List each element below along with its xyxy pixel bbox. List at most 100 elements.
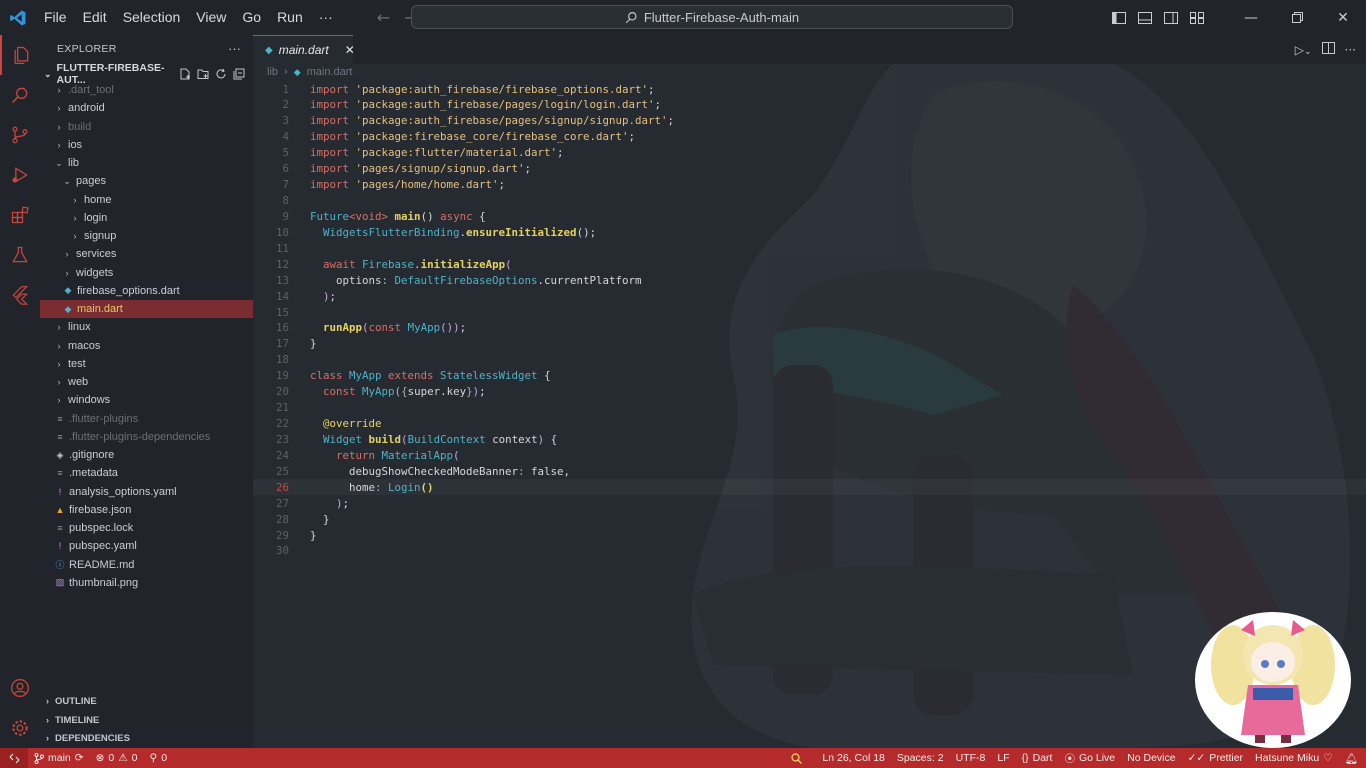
code-token: import bbox=[310, 98, 356, 112]
tree-item-windows[interactable]: › windows bbox=[40, 391, 253, 409]
command-center-search[interactable]: Flutter-Firebase-Auth-main bbox=[411, 5, 1013, 29]
explorer-files-icon[interactable] bbox=[0, 35, 40, 75]
more-actions-icon[interactable]: ··· bbox=[228, 41, 241, 56]
branch-indicator[interactable]: main ⟳ bbox=[28, 748, 90, 768]
menu-edit[interactable]: Edit bbox=[75, 0, 115, 35]
tree-item-readme-md[interactable]: ⓘ README.md bbox=[40, 556, 253, 574]
menu-view[interactable]: View bbox=[188, 0, 234, 35]
minimize-icon[interactable]: — bbox=[1228, 0, 1274, 35]
customize-layout-icon[interactable] bbox=[1184, 0, 1210, 35]
tree-item-android[interactable]: › android bbox=[40, 99, 253, 117]
tree-item-pages[interactable]: ⌄ pages bbox=[40, 172, 253, 190]
line-ending-label: LF bbox=[997, 752, 1010, 764]
tree-item-gitignore[interactable]: ◈ .gitignore bbox=[40, 446, 253, 464]
back-arrow-icon[interactable]: ← bbox=[377, 8, 390, 27]
tree-item-flutter-plugins[interactable]: ≡ .flutter-plugins bbox=[40, 410, 253, 428]
zoom-indicator[interactable] bbox=[785, 748, 816, 768]
code-line: 24 return MaterialApp( bbox=[253, 447, 1366, 463]
extensions-icon[interactable] bbox=[0, 195, 40, 235]
remote-indicator-icon[interactable] bbox=[0, 748, 28, 768]
tree-item-pubspec-yaml[interactable]: ! pubspec.yaml bbox=[40, 537, 253, 555]
menu-more[interactable]: ··· bbox=[311, 0, 341, 35]
settings-gear-icon[interactable] bbox=[0, 708, 40, 748]
menu-go[interactable]: Go bbox=[234, 0, 269, 35]
code-line: 25 debugShowCheckedModeBanner: false, bbox=[253, 463, 1366, 479]
more-editor-actions-icon[interactable]: ··· bbox=[1345, 43, 1356, 57]
tree-item-signup[interactable]: › signup bbox=[40, 227, 253, 245]
line-source: import 'package:auth_firebase/firebase_o… bbox=[310, 83, 655, 96]
tree-item-home[interactable]: › home bbox=[40, 191, 253, 209]
refresh-icon[interactable] bbox=[215, 68, 227, 80]
tree-item-ios[interactable]: › ios bbox=[40, 136, 253, 154]
toggle-secondary-sidebar-icon[interactable] bbox=[1158, 0, 1184, 35]
code-token: const bbox=[323, 385, 363, 399]
tree-item-widgets[interactable]: › widgets bbox=[40, 264, 253, 282]
account-icon[interactable] bbox=[0, 668, 40, 708]
tree-item-firebase-options-dart[interactable]: ◆ firebase_options.dart bbox=[40, 282, 253, 300]
new-folder-icon[interactable] bbox=[197, 68, 209, 80]
toggle-panel-icon[interactable] bbox=[1132, 0, 1158, 35]
breadcrumb-lib[interactable]: lib bbox=[267, 66, 278, 78]
encoding[interactable]: UTF-8 bbox=[950, 748, 992, 768]
tree-item-login[interactable]: › login bbox=[40, 209, 253, 227]
go-live-button[interactable]: ⦿ Go Live bbox=[1058, 748, 1121, 768]
close-window-icon[interactable]: ✕ bbox=[1320, 0, 1366, 35]
tree-item-web[interactable]: › web bbox=[40, 373, 253, 391]
menu-run[interactable]: Run bbox=[269, 0, 311, 35]
tree-item-metadata[interactable]: ≡ .metadata bbox=[40, 464, 253, 482]
problems-indicator[interactable]: ⊗ 0 ⚠ 0 bbox=[90, 748, 144, 768]
tree-item-flutter-plugins-dependencies[interactable]: ≡ .flutter-plugins-dependencies bbox=[40, 428, 253, 446]
error-count: 0 bbox=[108, 752, 115, 764]
line-source: } bbox=[310, 529, 317, 542]
notifications-bell[interactable]: 🔔︎ bbox=[1339, 748, 1366, 768]
testing-flask-icon[interactable] bbox=[0, 235, 40, 275]
code-token: await bbox=[323, 257, 363, 271]
language-mode[interactable]: {} Dart bbox=[1016, 748, 1059, 768]
line-source: @override bbox=[310, 417, 382, 430]
menu-file[interactable]: File bbox=[36, 0, 75, 35]
code-token: ; bbox=[628, 130, 636, 144]
code-token: ; bbox=[557, 146, 564, 160]
tree-item-thumbnail-png[interactable]: ▨ thumbnail.png bbox=[40, 574, 253, 592]
indentation[interactable]: Spaces: 2 bbox=[891, 748, 950, 768]
run-debug-icon[interactable] bbox=[0, 155, 40, 195]
close-tab-icon[interactable]: ✕ bbox=[345, 43, 355, 57]
menu-selection[interactable]: Selection bbox=[115, 0, 189, 35]
run-dart-icon[interactable]: ▷⌄ bbox=[1295, 43, 1312, 57]
new-file-icon[interactable] bbox=[179, 68, 191, 80]
prettier-indicator[interactable]: ✓✓ Prettier bbox=[1182, 748, 1249, 768]
restore-icon[interactable] bbox=[1274, 0, 1320, 35]
tree-item-lib[interactable]: ⌄ lib bbox=[40, 154, 253, 172]
split-editor-icon[interactable] bbox=[1321, 42, 1335, 57]
line-ending[interactable]: LF bbox=[991, 748, 1015, 768]
tree-item-test[interactable]: › test bbox=[40, 355, 253, 373]
tree-item-pubspec-lock[interactable]: ≡ pubspec.lock bbox=[40, 519, 253, 537]
breadcrumb-main-dart[interactable]: main.dart bbox=[307, 66, 353, 78]
flutter-icon[interactable] bbox=[0, 275, 40, 315]
tree-item-analysis-options-yaml[interactable]: ! analysis_options.yaml bbox=[40, 483, 253, 501]
collapse-all-icon[interactable] bbox=[233, 68, 245, 80]
ports-indicator[interactable]: ⚲ 0 bbox=[144, 748, 174, 768]
tree-item-macos[interactable]: › macos bbox=[40, 337, 253, 355]
cursor-position[interactable]: Ln 26, Col 18 bbox=[816, 748, 890, 768]
timeline-panel-header[interactable]: › TIMELINE bbox=[40, 711, 253, 729]
tree-item-services[interactable]: › services bbox=[40, 245, 253, 263]
tree-item-linux[interactable]: › linux bbox=[40, 318, 253, 336]
outline-panel-header[interactable]: › OUTLINE bbox=[40, 692, 253, 710]
source-control-icon[interactable] bbox=[0, 115, 40, 155]
tree-item-firebase-json[interactable]: ▲ firebase.json bbox=[40, 501, 253, 519]
tab-main-dart[interactable]: ◆ main.dart ✕ bbox=[253, 35, 355, 64]
device-selector[interactable]: No Device bbox=[1121, 748, 1181, 768]
search-activity-icon[interactable] bbox=[0, 75, 40, 115]
tree-item-dart-tool[interactable]: › .dart_tool bbox=[40, 81, 253, 99]
toggle-sidebar-icon[interactable] bbox=[1106, 0, 1132, 35]
theme-indicator[interactable]: Hatsune Miku ♡ bbox=[1249, 748, 1339, 768]
code-token: ensureInitialized bbox=[466, 225, 577, 239]
tree-item-main-dart[interactable]: ◆ main.dart bbox=[40, 300, 253, 318]
sync-icon[interactable]: ⟳ bbox=[75, 752, 84, 764]
tree-item-label: login bbox=[84, 211, 108, 224]
line-number: 12 bbox=[275, 257, 289, 271]
tree-item-build[interactable]: › build bbox=[40, 118, 253, 136]
dependencies-panel-header[interactable]: › DEPENDENCIES bbox=[40, 729, 253, 747]
line-source: const MyApp({super.key}); bbox=[310, 385, 486, 398]
